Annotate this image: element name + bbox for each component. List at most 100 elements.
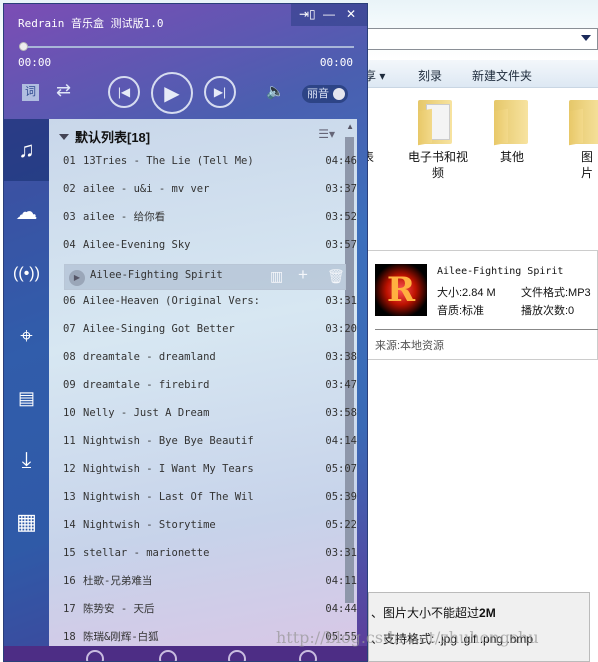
divider [375,329,598,330]
note-line1: 、图片大小不能超过 [371,606,480,620]
collapse-arrow-icon[interactable] [59,134,69,140]
list-menu-icon[interactable]: ☰▾ [318,127,335,141]
radio-antenna-icon[interactable]: ((•)) [4,243,49,305]
lyrics-button[interactable]: 词 [22,84,39,101]
mini-mode-icon[interactable]: ⇥▯ [299,7,316,21]
cloud-icon[interactable]: ☁ [4,181,49,243]
window-controls: ⇥▯ — ✕ [291,4,367,26]
track-row[interactable]: 04 Ailee-Evening Sky 03:57 [63,235,357,255]
track-duration: 03:58 [325,407,357,419]
tooltip-format: 文件格式:MP3 [521,287,591,299]
folder-icon[interactable] [490,96,534,146]
track-row[interactable]: 06 Ailee-Heaven (Original Vers: 03:31 [63,291,357,311]
scroll-up-arrow[interactable]: ▲ [346,122,354,131]
track-number: 11 [63,435,76,447]
playlist-header[interactable]: 默认列表[18] [59,127,150,146]
minimize-button[interactable]: — [323,7,335,21]
track-duration: 04:44 [325,603,357,615]
track-duration: 05:07 [325,463,357,475]
track-row[interactable]: 14 Nightwish - Storytime 05:22 [63,515,357,535]
bottom-toolbar [4,646,367,661]
settings-gear-icon[interactable] [299,650,317,661]
track-number: 15 [63,547,76,559]
track-row[interactable]: 01 13Tries - The Lie (Tell Me) 04:46 [63,151,357,171]
play-track-icon[interactable]: ▶ [69,270,85,286]
sidebar: ♫ ☁ ((•)) ⌖ ▤ ⤓ ▦ [4,119,49,649]
folder-label[interactable]: 其他 [490,149,534,165]
track-number: 18 [63,631,76,643]
track-duration: 03:37 [325,183,357,195]
search-icon[interactable] [228,650,246,661]
tooltip-quality: 音质:标准 [437,305,485,317]
track-row[interactable]: 03 ailee - 给你看 03:52 [63,207,357,227]
track-title: Nightwish - Bye Bye Beautif [83,435,254,447]
folder-label[interactable]: 电子书和视频 [405,149,471,181]
add-icon[interactable]: + [298,265,308,285]
track-duration: 04:11 [325,575,357,587]
tooltip-size: 大小:2.84 M [437,287,496,299]
locate-icon[interactable] [159,650,177,661]
burn-button[interactable]: 刻录 [418,67,442,84]
track-title: stellar - marionette [83,547,210,559]
track-title: Nightwish - I Want My Tears [83,463,254,475]
add-circle-icon[interactable] [86,650,104,661]
folder-label[interactable]: 图片 [576,149,598,181]
track-duration: 04:14 [325,435,357,447]
download-icon[interactable]: ⤓ [4,429,49,491]
toggle-knob[interactable] [333,88,345,100]
track-row[interactable]: 02 ailee - u&i - mv ver 03:37 [63,179,357,199]
music-note-icon[interactable]: ♫ [4,119,49,181]
progress-slider[interactable] [22,46,354,48]
apps-grid-icon[interactable]: ▦ [4,491,49,553]
tooltip-plays: 播放次数:0 [521,305,575,317]
track-row[interactable]: 08 dreamtale - dreamland 03:38 [63,347,357,367]
folder-icon[interactable] [414,96,458,146]
trash-icon[interactable]: 🗑 [327,268,345,285]
track-row[interactable]: 13 Nightwish - Last Of The Wil 05:39 [63,487,357,507]
track-duration: 03:38 [325,351,357,363]
track-row[interactable]: 09 dreamtale - firebird 03:47 [63,375,357,395]
repeat-icon[interactable]: ⇄ [56,80,71,101]
track-info-tooltip: R Ailee-Fighting Spirit 大小:2.84 M 文件格式:M… [362,250,598,360]
new-folder-button[interactable]: 新建文件夹 [472,67,532,84]
track-row[interactable]: 11 Nightwish - Bye Bye Beautif 04:14 [63,431,357,451]
next-button[interactable]: ▶| [204,76,236,108]
upload-note: 、图片大小不能超过2M 、支持格式: .jpg .gif .png .bmp [368,592,590,662]
tooltip-info-icon[interactable]: ▥ [270,268,283,285]
previous-button[interactable]: |◀ [108,76,140,108]
album-cover: R [375,264,427,316]
folder-icon[interactable] [565,96,598,146]
window-title: Redrain 音乐盒 测试版1.0 [18,17,164,30]
sound-enhance-toggle[interactable]: 丽音 [302,85,348,103]
track-number: 03 [63,211,76,223]
playlist-name: 默认列表[18] [75,130,151,145]
track-duration: 03:52 [325,211,357,223]
playlist-panel: 默认列表[18] ☰▾ ▲ 01 13Tries - The Lie (Tell … [49,119,357,649]
track-row[interactable]: 17 陈势安 - 天后 04:44 [63,599,357,619]
track-number: 16 [63,575,76,587]
track-title: Nightwish - Storytime [83,519,216,531]
track-row[interactable]: 16 杜歌-兄弟难当 04:11 [63,571,357,591]
playlist-file-icon[interactable]: ▤ [4,367,49,429]
note-size-limit: 2M [479,606,496,620]
hovered-track-row[interactable]: ▶ Ailee-Fighting Spirit ▥ + 🗑 [64,264,346,290]
close-button[interactable]: ✕ [346,7,356,21]
address-bar[interactable] [360,28,598,50]
play-button[interactable]: ▶ [151,72,193,114]
track-row[interactable]: 10 Nelly - Just A Dream 03:58 [63,403,357,423]
location-pin-icon[interactable]: ⌖ [4,305,49,367]
track-title: ailee - u&i - mv ver [83,183,210,195]
dropdown-arrow-icon[interactable] [581,35,591,41]
track-number: 10 [63,407,76,419]
track-title: Nelly - Just A Dream [83,407,210,419]
track-number: 06 [63,295,76,307]
volume-icon[interactable]: 🔈 [266,82,285,100]
explorer-toolbar: 享 ▾ 刻录 新建文件夹 [360,60,598,88]
track-row[interactable]: 15 stellar - marionette 03:31 [63,543,357,563]
progress-handle[interactable] [19,42,28,51]
track-number: 02 [63,183,76,195]
track-row[interactable]: 12 Nightwish - I Want My Tears 05:07 [63,459,357,479]
track-title: Ailee-Singing Got Better [83,323,235,335]
track-duration: 03:31 [325,295,357,307]
track-row[interactable]: 07 Ailee-Singing Got Better 03:20 [63,319,357,339]
